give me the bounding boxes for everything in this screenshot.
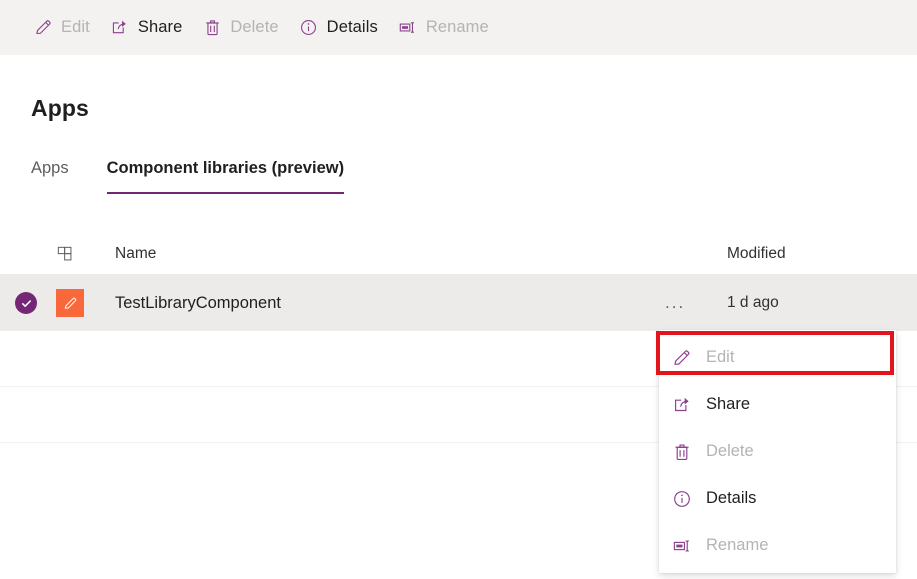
tab-apps-label: Apps <box>31 159 69 177</box>
command-delete-button[interactable]: Delete <box>193 8 287 48</box>
command-share-button[interactable]: Share <box>101 8 192 48</box>
ellipsis-icon: ... <box>665 293 686 312</box>
row-modified-label: 1 d ago <box>727 294 779 311</box>
grid-icon <box>56 245 74 263</box>
context-menu-share[interactable]: Share <box>659 381 896 428</box>
row-name-label: TestLibraryComponent <box>115 293 281 312</box>
info-icon <box>299 18 319 38</box>
pencil-icon <box>671 347 693 369</box>
trash-icon <box>202 18 222 38</box>
header-modified-label: Modified <box>727 244 786 262</box>
command-details-label: Details <box>326 18 378 36</box>
checkmark-icon <box>15 292 37 314</box>
command-rename-button[interactable]: Rename <box>389 8 498 48</box>
row-app-icon-cell <box>52 289 108 317</box>
context-menu-edit[interactable]: Edit <box>659 334 896 381</box>
context-menu-rename-label: Rename <box>706 536 769 554</box>
pencil-app-icon <box>56 289 84 317</box>
trash-icon <box>671 441 693 463</box>
tab-bar: Apps Component libraries (preview) <box>31 159 382 194</box>
rename-icon <box>398 18 418 38</box>
context-menu-details[interactable]: Details <box>659 475 896 522</box>
command-share-label: Share <box>137 18 183 36</box>
row-name-cell[interactable]: TestLibraryComponent <box>108 294 653 313</box>
info-icon <box>671 488 693 510</box>
row-select-cell[interactable] <box>0 292 52 314</box>
context-menu-delete-label: Delete <box>706 442 754 460</box>
table-header-row: Name Modified <box>0 233 917 275</box>
context-menu-edit-label: Edit <box>706 348 735 366</box>
pencil-icon <box>33 18 53 38</box>
rename-icon <box>671 535 693 557</box>
command-edit-button[interactable]: Edit <box>24 8 99 48</box>
command-delete-label: Delete <box>230 18 279 36</box>
context-menu-delete[interactable]: Delete <box>659 428 896 475</box>
command-details-button[interactable]: Details <box>290 8 387 48</box>
page-title: Apps <box>31 95 89 121</box>
row-modified-cell: 1 d ago <box>727 294 917 312</box>
row-more-cell[interactable]: ... <box>653 293 727 312</box>
table-row[interactable]: TestLibraryComponent ... 1 d ago <box>0 275 917 331</box>
tab-component-libraries-label: Component libraries (preview) <box>106 159 345 177</box>
header-modified-cell[interactable]: Modified <box>727 245 917 263</box>
header-icon-cell <box>52 245 108 263</box>
context-menu-details-label: Details <box>706 489 757 507</box>
context-menu-share-label: Share <box>706 395 751 413</box>
share-icon <box>671 394 693 416</box>
tab-apps[interactable]: Apps <box>31 159 69 194</box>
share-icon <box>110 18 130 38</box>
tab-component-libraries[interactable]: Component libraries (preview) <box>106 159 345 194</box>
header-name-label: Name <box>115 245 157 262</box>
context-menu-rename[interactable]: Rename <box>659 522 896 569</box>
command-bar: Edit Share Delete Details Rename <box>0 0 917 55</box>
command-rename-label: Rename <box>425 18 489 36</box>
row-context-menu: Edit Share Delete Details Rename <box>659 330 896 573</box>
header-name-cell[interactable]: Name <box>108 244 653 263</box>
command-edit-label: Edit <box>61 18 90 36</box>
